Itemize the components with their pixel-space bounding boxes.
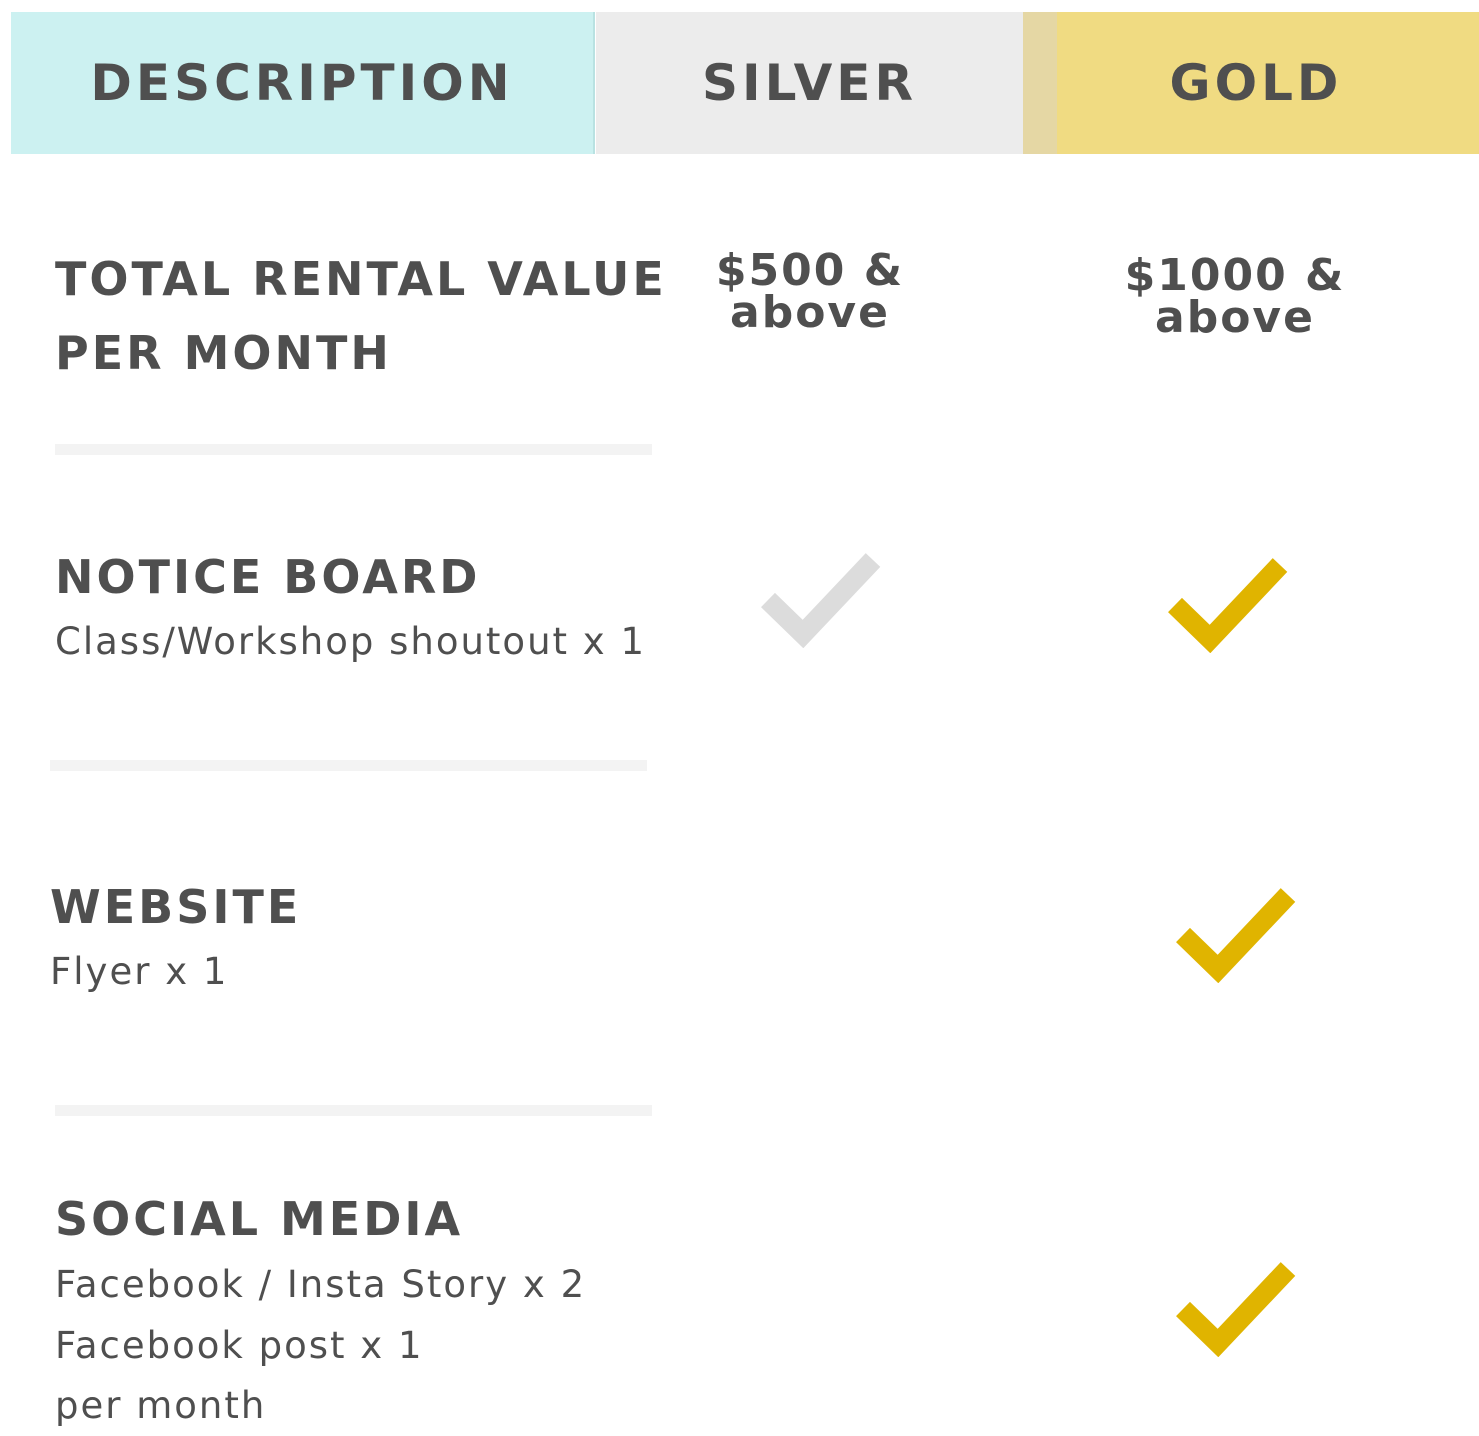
row-notice-board-title: NOTICE BOARD <box>55 550 481 604</box>
row-website-title: WEBSITE <box>50 880 302 934</box>
row-rental-title-line1: TOTAL RENTAL VALUE <box>55 252 667 306</box>
row-divider <box>55 1105 652 1116</box>
row-divider <box>55 444 652 455</box>
gold-price-line2: above <box>1155 292 1315 343</box>
silver-price: $500 & above <box>700 245 920 338</box>
gold-notice-board-checkmark-icon <box>1168 558 1288 653</box>
row-divider <box>50 760 647 771</box>
silver-notice-board-checkmark-icon <box>761 553 881 648</box>
row-notice-board-subtitle: Class/Workshop shoutout x 1 <box>55 620 646 663</box>
header-gold-edge <box>1023 12 1057 154</box>
row-social-media-subtitle-line1: Facebook / Insta Story x 2 <box>55 1263 587 1306</box>
header-gold-label: GOLD <box>1169 54 1343 112</box>
row-website-subtitle: Flyer x 1 <box>50 950 229 993</box>
header-silver-label: SILVER <box>702 54 917 112</box>
header-gold: GOLD <box>1057 12 1479 154</box>
row-rental-title-line2: PER MONTH <box>55 326 392 380</box>
header-silver: SILVER <box>596 12 1023 154</box>
header-description: DESCRIPTION <box>11 12 595 154</box>
row-social-media-title: SOCIAL MEDIA <box>55 1192 464 1246</box>
silver-price-line1: $500 & <box>715 245 905 296</box>
gold-social-media-checkmark-icon <box>1176 1262 1296 1357</box>
gold-price: $1000 & above <box>1110 250 1360 343</box>
silver-price-line2: above <box>730 287 890 338</box>
gold-website-checkmark-icon <box>1176 888 1296 983</box>
gold-price-line1: $1000 & <box>1124 250 1346 301</box>
header-description-label: DESCRIPTION <box>90 54 514 112</box>
row-social-media-subtitle-line2: Facebook post x 1 <box>55 1324 424 1367</box>
